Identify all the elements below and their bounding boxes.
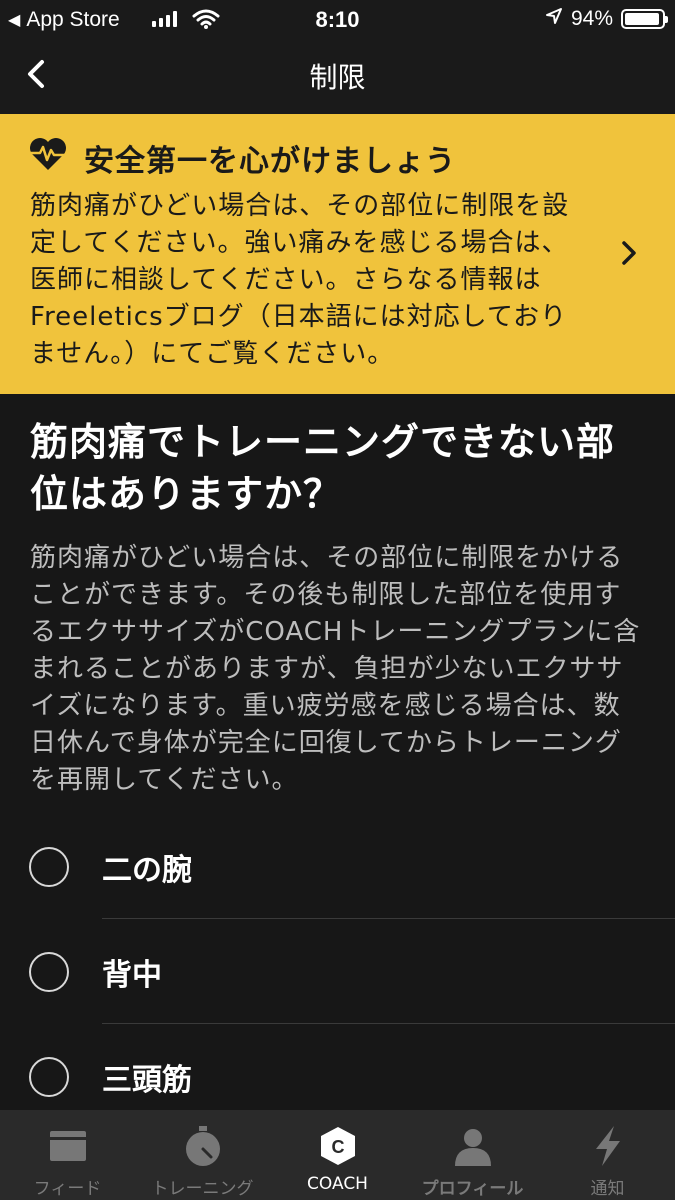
tab-coach[interactable]: C COACH [270, 1110, 405, 1200]
tab-label: COACH [307, 1174, 368, 1194]
option-back[interactable]: 背中 [0, 919, 675, 1024]
safety-banner[interactable]: 安全第一を心がけましょう 筋肉痛がひどい場合は、その部位に制限を設定してください… [0, 114, 675, 394]
tab-label: 通知 [590, 1179, 625, 1199]
tab-bar: フィード トレーニング C COACH プロフィール 通知 [0, 1110, 675, 1200]
navigation-bar: 制限 [0, 38, 675, 114]
svg-text:C: C [331, 1137, 344, 1157]
radio-button[interactable] [29, 951, 69, 992]
option-upper-arm[interactable]: 二の腕 [0, 814, 675, 919]
battery-icon [621, 9, 668, 29]
tab-feed[interactable]: フィード [0, 1110, 135, 1200]
tab-label: フィード [33, 1179, 102, 1199]
profile-icon [453, 1124, 493, 1168]
body-part-options: 二の腕 背中 三頭筋 [0, 814, 675, 1129]
option-label: 二の腕 [102, 852, 192, 888]
tab-label: プロフィール [421, 1179, 524, 1199]
question-title: 筋肉痛でトレーニングできない部位はありますか？ [30, 420, 616, 516]
status-bar: ◀ App Store 8:10 94% [0, 0, 675, 38]
tab-training[interactable]: トレーニング [135, 1110, 270, 1200]
tab-label: トレーニング [151, 1179, 254, 1199]
battery-percent: 94% [570, 7, 613, 30]
radio-button[interactable] [29, 846, 69, 887]
stopwatch-icon [183, 1124, 223, 1168]
radio-button[interactable] [29, 1056, 69, 1097]
feed-icon [48, 1124, 88, 1168]
banner-body: 筋肉痛がひどい場合は、その部位に制限を設定してください。強い痛みを感じる場合は、… [30, 191, 570, 369]
heartbeat-icon [30, 138, 66, 170]
location-icon [545, 7, 563, 31]
banner-title: 安全第一を心がけましょう [84, 144, 456, 179]
page-title: 制限 [309, 61, 366, 94]
chevron-right-icon [622, 241, 636, 265]
lightning-icon [592, 1124, 624, 1168]
question-description: 筋肉痛がひどい場合は、その部位に制限をかけることができます。その後も制限した部位… [30, 543, 641, 795]
tab-profile[interactable]: プロフィール [405, 1110, 540, 1200]
tab-notifications[interactable]: 通知 [540, 1110, 675, 1200]
option-label: 背中 [102, 957, 162, 993]
option-label: 三頭筋 [102, 1062, 192, 1098]
coach-icon: C [317, 1124, 359, 1168]
